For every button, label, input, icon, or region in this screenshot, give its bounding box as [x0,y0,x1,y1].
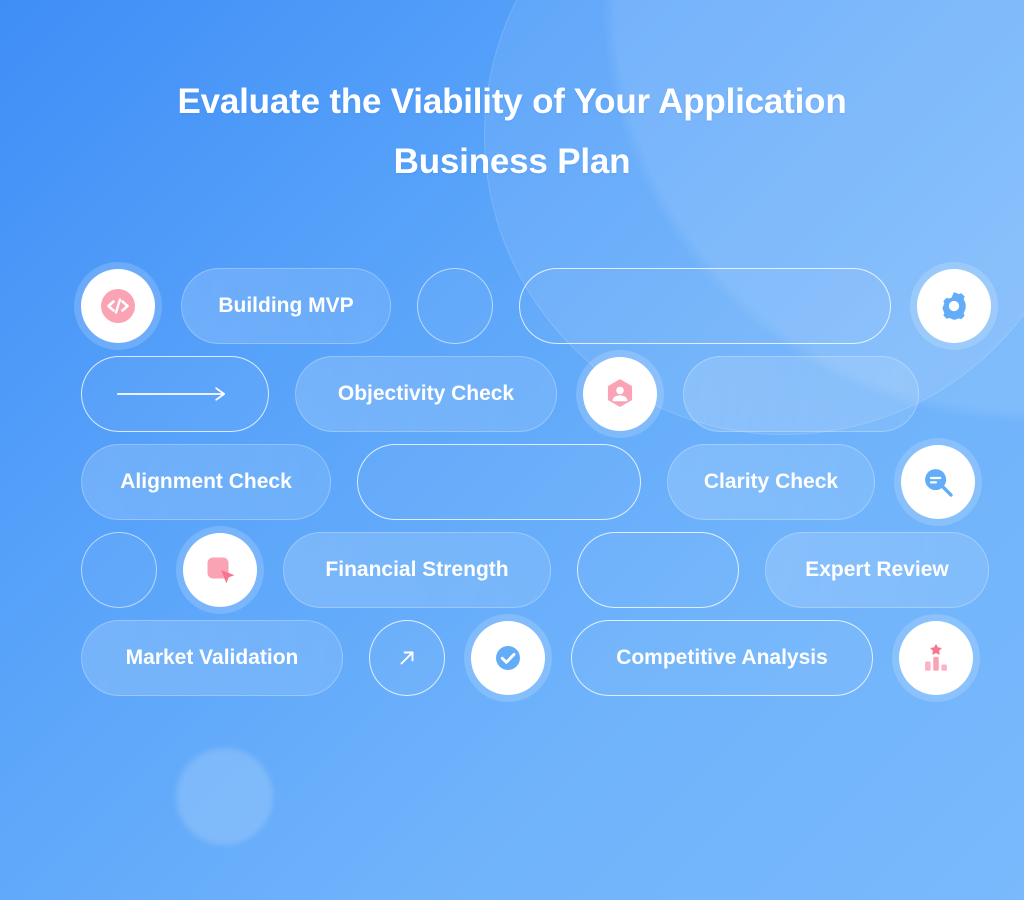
user-badge-icon[interactable] [583,357,657,431]
ranking-chart-icon[interactable] [899,621,973,695]
empty-pill-placeholder[interactable] [519,268,891,344]
gear-icon[interactable] [917,269,991,343]
chip-row: Market Validation Competitive Analysis [0,620,1024,696]
chip-row: Alignment Check Clarity Check [0,444,1024,520]
page-title-line-2: Business Plan [393,142,631,181]
code-icon[interactable] [81,269,155,343]
arrow-up-right-icon[interactable] [369,620,445,696]
empty-circle-placeholder[interactable] [417,268,493,344]
chip-label: Building MVP [218,294,354,317]
chip-label: Market Validation [125,646,299,669]
chip-competitive-analysis[interactable]: Competitive Analysis [571,620,873,696]
empty-pill-placeholder[interactable] [683,356,919,432]
chip-grid: Building MVP Objectivity Check Alignment C… [0,268,1024,708]
search-analysis-icon[interactable] [901,445,975,519]
chip-label: Financial Strength [325,558,509,581]
page-title-line-1: Evaluate the Viability of Your Applicati… [177,82,847,121]
chip-market-validation[interactable]: Market Validation [81,620,343,696]
chip-label: Objectivity Check [337,382,515,405]
chip-financial-strength[interactable]: Financial Strength [283,532,551,608]
chip-expert-review[interactable]: Expert Review [765,532,989,608]
empty-pill-placeholder[interactable] [357,444,641,520]
empty-pill-placeholder[interactable] [577,532,739,608]
decorative-circle-bottom-left [176,748,273,845]
chip-label: Expert Review [805,558,949,581]
cursor-click-icon[interactable] [183,533,257,607]
chip-objectivity-check[interactable]: Objectivity Check [295,356,557,432]
arrow-right-icon[interactable] [81,356,269,432]
empty-circle-placeholder[interactable] [81,532,157,608]
chip-alignment-check[interactable]: Alignment Check [81,444,331,520]
chip-building-mvp[interactable]: Building MVP [181,268,391,344]
chip-clarity-check[interactable]: Clarity Check [667,444,875,520]
chip-label: Clarity Check [703,470,839,493]
chip-label: Competitive Analysis [616,646,828,669]
chip-row: Objectivity Check [0,356,1024,432]
chip-row: Financial Strength Expert Review [0,532,1024,608]
check-circle-icon[interactable] [471,621,545,695]
chip-row: Building MVP [0,268,1024,344]
chip-label: Alignment Check [120,470,292,493]
page-title: Evaluate the Viability of Your Applicati… [0,72,1024,192]
